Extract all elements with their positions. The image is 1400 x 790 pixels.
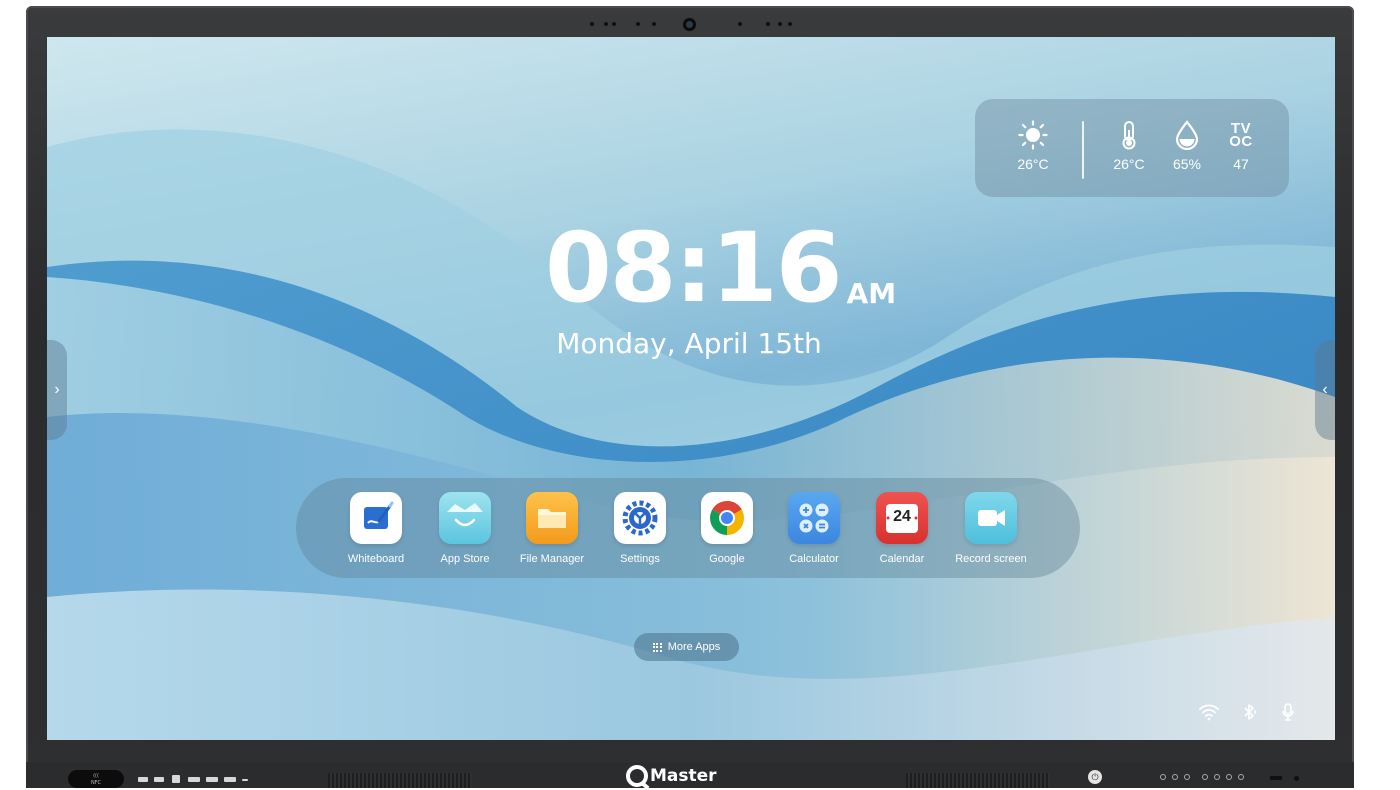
calculator-icon xyxy=(788,492,840,544)
divider xyxy=(1082,121,1084,179)
app-label: Record screen xyxy=(955,553,1027,565)
sensor-dot xyxy=(738,22,742,26)
app-dock: Whiteboard App Store File Manager Settin… xyxy=(296,478,1080,578)
weather-widget[interactable]: 26°C 26°C 65% TV OC 47 xyxy=(975,99,1289,197)
nfc-label: NFC xyxy=(90,780,102,786)
app-label: File Manager xyxy=(519,553,585,565)
sensor-dot xyxy=(590,22,594,26)
app-store-icon xyxy=(439,492,491,544)
home-screen: › ‹ 26°C 26°C 65% TV OC 47 08:16 AM Mond… xyxy=(47,37,1335,740)
app-record-screen[interactable]: Record screen xyxy=(946,492,1036,565)
app-file-manager[interactable]: File Manager xyxy=(507,492,597,565)
tvoc-icon: TV OC xyxy=(1211,119,1271,151)
brand-name: Master xyxy=(650,766,717,786)
status-led xyxy=(1294,776,1299,781)
clock: 08:16 AM xyxy=(545,220,896,316)
usb-port xyxy=(154,777,164,782)
front-button[interactable] xyxy=(1184,774,1190,780)
bezel-bottom-bar: ((( NFC Master ⏻ xyxy=(26,762,1354,788)
left-drawer-tab[interactable]: › xyxy=(47,340,67,440)
app-label: Calculator xyxy=(789,553,839,565)
ir-receiver xyxy=(1270,776,1282,780)
tvoc-label-bottom: OC xyxy=(1229,133,1253,150)
front-button[interactable] xyxy=(1160,774,1166,780)
sun-icon xyxy=(1003,119,1063,151)
clock-date: Monday, April 15th xyxy=(556,327,822,360)
chrome-icon xyxy=(701,492,753,544)
front-button[interactable] xyxy=(1238,774,1244,780)
clock-time: 08:16 xyxy=(545,212,843,324)
folder-icon xyxy=(526,492,578,544)
thermometer-icon xyxy=(1099,119,1159,151)
humidity-cell: 65% xyxy=(1157,119,1217,172)
temperature-cell: 26°C xyxy=(1099,119,1159,172)
hdmi-port xyxy=(206,777,218,782)
hdmi-port xyxy=(188,777,200,782)
tvoc-cell: TV OC 47 xyxy=(1211,119,1271,172)
speaker-grille xyxy=(328,773,472,788)
power-button[interactable]: ⏻ xyxy=(1088,770,1102,784)
app-whiteboard[interactable]: Whiteboard xyxy=(331,492,421,565)
bluetooth-icon[interactable] xyxy=(1242,703,1258,726)
microphone-icon[interactable] xyxy=(1281,703,1295,726)
app-label: Settings xyxy=(620,553,660,565)
settings-gear-icon xyxy=(614,492,666,544)
speaker-grille xyxy=(906,773,1050,788)
whiteboard-icon xyxy=(350,492,402,544)
audio-port xyxy=(242,779,248,781)
brand-logo: Master xyxy=(626,764,717,788)
usb-port xyxy=(138,777,148,782)
more-apps-label: More Apps xyxy=(667,641,721,653)
app-label: Calendar xyxy=(879,553,925,565)
nfc-symbol: ((( xyxy=(93,773,99,779)
app-calendar[interactable]: 24 Calendar xyxy=(857,492,947,565)
grid-icon xyxy=(652,642,662,652)
wifi-icon[interactable] xyxy=(1198,703,1220,726)
front-button[interactable] xyxy=(1214,774,1220,780)
app-label: Google xyxy=(709,553,745,565)
tvoc-value: 47 xyxy=(1233,156,1249,172)
webcam-icon xyxy=(682,17,697,32)
sun-temp-cell: 26°C xyxy=(1003,119,1063,172)
video-camera-icon xyxy=(965,492,1017,544)
sensor-dot xyxy=(636,22,640,26)
temperature-value: 26°C xyxy=(1113,156,1145,172)
app-app-store[interactable]: App Store xyxy=(420,492,510,565)
hdmi-port xyxy=(224,777,236,782)
front-button[interactable] xyxy=(1226,774,1232,780)
chevron-right-icon: › xyxy=(54,381,60,398)
calendar-icon: 24 xyxy=(876,492,928,544)
sensor-dot xyxy=(766,22,770,26)
front-button[interactable] xyxy=(1202,774,1208,780)
humidity-value: 65% xyxy=(1172,156,1202,172)
sun-temperature: 26°C xyxy=(1017,156,1049,172)
sensor-dot xyxy=(778,22,782,26)
water-drop-icon xyxy=(1157,119,1217,151)
q-logo-icon xyxy=(626,765,648,787)
app-calculator[interactable]: Calculator xyxy=(769,492,859,565)
app-google[interactable]: Google xyxy=(682,492,772,565)
sensor-dot xyxy=(788,22,792,26)
app-label: App Store xyxy=(440,553,490,565)
calendar-day-badge: 24 xyxy=(893,508,911,525)
front-button[interactable] xyxy=(1172,774,1178,780)
app-label: Whiteboard xyxy=(347,553,405,565)
camera-bar xyxy=(26,14,1354,34)
sensor-dot xyxy=(612,22,616,26)
qr-port xyxy=(172,775,180,783)
sensor-dot xyxy=(652,22,656,26)
right-drawer-tab[interactable]: ‹ xyxy=(1315,340,1335,440)
clock-ampm: AM xyxy=(846,277,897,310)
nfc-reader: ((( NFC xyxy=(68,770,124,788)
chevron-left-icon: ‹ xyxy=(1322,381,1328,398)
sensor-dot xyxy=(604,22,608,26)
app-settings[interactable]: Settings xyxy=(595,492,685,565)
more-apps-button[interactable]: More Apps xyxy=(634,633,739,661)
